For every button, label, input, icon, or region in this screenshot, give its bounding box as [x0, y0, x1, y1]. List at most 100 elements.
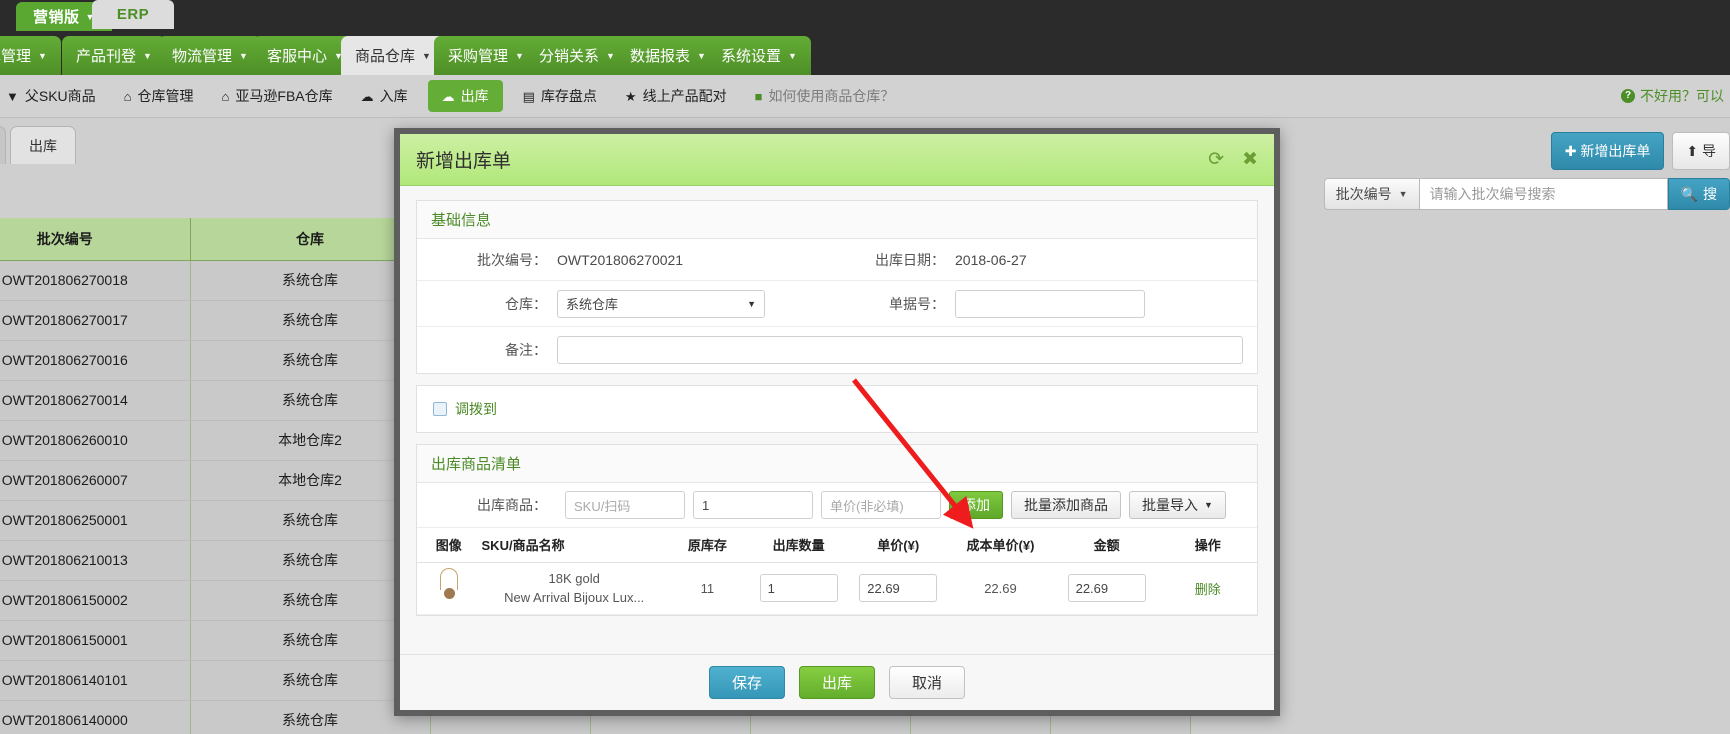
add-outbound-order-button[interactable]: ✚ 新增出库单	[1551, 132, 1665, 170]
marketing-edition-label: 营销版	[33, 6, 80, 27]
cell-batch-no: OWT201806140000	[0, 700, 190, 734]
warehouse-label: 仓库：	[425, 294, 557, 314]
nav-item-orders[interactable]: 单管理 ▼	[0, 36, 61, 75]
batch-no-label: 批次编号：	[425, 250, 557, 270]
close-icon[interactable]: ✖	[1242, 150, 1258, 169]
modal-footer: 保存 出库 取消	[400, 654, 1274, 710]
col-out-qty: 出库数量	[747, 528, 851, 562]
goods-header-row: 图像 SKU/商品名称 原库存 出库数量 单价(¥) 成本单价(¥) 金额 操作	[417, 528, 1257, 562]
subnav-item-outbound[interactable]: ☁ 出库	[428, 80, 503, 112]
goods-qty-cell: 1	[747, 562, 851, 614]
doc-no-input[interactable]	[955, 290, 1145, 318]
main-nav: 单管理 ▼ 产品刊登 ▼ 物流管理 ▼ 客服中心 ▼ 商品仓库 ▼ 采购管理 ▼…	[0, 33, 1730, 75]
basic-info-panel: 基础信息 批次编号： OWT201806270021 出库日期： 2018-06…	[416, 200, 1258, 374]
erp-tab[interactable]: ERP	[92, 0, 174, 29]
sub-nav: ▼ 父SKU商品 ⌂ 仓库管理 ⌂ 亚马逊FBA仓库 ☁ 入库 ☁ 出库 ▤ 库…	[0, 75, 1730, 118]
subnav-item-how-to-use[interactable]: ■ 如何使用商品仓库？	[741, 75, 909, 118]
page-tab-inbound[interactable]: 入库	[0, 126, 6, 164]
goods-qty-input[interactable]: 1	[760, 574, 838, 602]
search-field-select[interactable]: 批次编号 ▼	[1324, 178, 1420, 210]
subnav-label: 如何使用商品仓库？	[768, 86, 894, 106]
field-out-date: 出库日期： 2018-06-27	[845, 250, 1027, 270]
search-button[interactable]: 🔍 搜	[1668, 178, 1730, 210]
cancel-button[interactable]: 取消	[889, 666, 965, 699]
warehouse-select-value: 系统仓库	[566, 294, 618, 313]
page-tab-outbound[interactable]: 出库	[10, 126, 76, 164]
col-batch-no: 批次编号	[0, 218, 190, 260]
batch-add-goods-button[interactable]: 批量添加商品	[1011, 491, 1121, 519]
remark-label: 备注：	[425, 340, 557, 360]
sku-input[interactable]: SKU/扫码	[565, 491, 685, 519]
chevron-down-icon: ▼	[788, 51, 797, 61]
modal-title: 新增出库单	[416, 146, 511, 173]
save-button[interactable]: 保存	[709, 666, 785, 699]
batch-import-label: 批量导入	[1142, 495, 1198, 515]
transfer-label: 调拨到	[455, 399, 497, 419]
subnav-item-warehouse-mgmt[interactable]: ⌂ 仓库管理	[110, 75, 208, 118]
product-thumbnail-icon	[432, 568, 466, 606]
nav-label: 数据报表	[630, 45, 690, 66]
subnav-label: 库存盘点	[541, 86, 597, 106]
col-operation: 操作	[1158, 528, 1257, 562]
batch-import-button[interactable]: 批量导入 ▼	[1129, 491, 1226, 519]
subnav-label: 父SKU商品	[25, 86, 96, 106]
subnav-item-stocktaking[interactable]: ▤ 库存盘点	[509, 75, 611, 118]
app-root: 营销版 ▼ ERP 单管理 ▼ 产品刊登 ▼ 物流管理 ▼ 客服中心 ▼ 商品仓…	[0, 0, 1730, 734]
export-label: 导	[1702, 143, 1716, 159]
subnav-item-inbound[interactable]: ☁ 入库	[347, 75, 422, 118]
cell-batch-no: OWT201806270016	[0, 340, 190, 380]
goods-add-row: 出库商品： SKU/扫码 1 单价(非必填) 添加 批量添加商品 批量导入 ▼	[417, 483, 1257, 528]
quantity-input[interactable]: 1	[693, 491, 813, 519]
star-icon: ★	[625, 90, 637, 103]
plus-icon: ✚	[1565, 143, 1577, 159]
remark-input[interactable]	[557, 336, 1243, 364]
add-goods-button[interactable]: 添加	[949, 491, 1003, 519]
nav-item-reports[interactable]: 数据报表 ▼	[616, 36, 720, 75]
nav-label: 采购管理	[448, 45, 508, 66]
unit-price-input[interactable]: 单价(非必填)	[821, 491, 941, 519]
chevron-down-icon: ▼	[239, 51, 248, 61]
nav-item-logistics[interactable]: 物流管理 ▼	[158, 36, 262, 75]
col-sku-name: SKU/商品名称	[481, 528, 668, 562]
subnav-item-parent-sku[interactable]: ▼ 父SKU商品	[0, 75, 110, 118]
out-date-label: 出库日期：	[845, 250, 955, 270]
col-image: 图像	[417, 528, 481, 562]
refresh-icon[interactable]: ⟳	[1208, 150, 1224, 169]
nav-item-settings[interactable]: 系统设置 ▼	[707, 36, 811, 75]
col-amount: 金额	[1055, 528, 1159, 562]
cell-batch-no: OWT201806150002	[0, 580, 190, 620]
nav-label: 系统设置	[721, 45, 781, 66]
field-remark: 备注：	[425, 336, 1249, 364]
goods-sku: 18K gold	[482, 569, 667, 589]
transfer-checkbox[interactable]	[433, 402, 447, 416]
help-link[interactable]: ? 不好用？可以	[1621, 86, 1730, 106]
home-icon: ⌂	[124, 90, 132, 103]
goods-price-input[interactable]: 22.69	[859, 574, 937, 602]
search-button-label: 搜	[1703, 184, 1717, 204]
cell-batch-no: OWT201806270014	[0, 380, 190, 420]
chevron-down-icon: ▼	[697, 51, 706, 61]
subnav-item-online-matching[interactable]: ★ 线上产品配对	[611, 75, 741, 118]
warehouse-select[interactable]: 系统仓库 ▼	[557, 290, 765, 318]
video-icon: ■	[755, 90, 763, 103]
cell-batch-no: OWT201806140101	[0, 660, 190, 700]
subnav-item-amazon-fba[interactable]: ⌂ 亚马逊FBA仓库	[208, 75, 347, 118]
subnav-label: 入库	[380, 86, 408, 106]
transfer-row[interactable]: 调拨到	[417, 386, 1257, 432]
search-input[interactable]: 请输入批次编号搜索	[1420, 178, 1668, 210]
outbound-button[interactable]: 出库	[799, 666, 875, 699]
goods-amount-cell: 22.69	[1055, 562, 1159, 614]
nav-label: 单管理	[0, 45, 31, 66]
nav-item-distribution[interactable]: 分销关系 ▼	[525, 36, 629, 75]
cell-batch-no: OWT201806270018	[0, 260, 190, 300]
modal-body: 基础信息 批次编号： OWT201806270021 出库日期： 2018-06…	[400, 186, 1274, 616]
col-cost-price: 成本单价(¥)	[946, 528, 1055, 562]
delete-goods-link[interactable]: 删除	[1195, 582, 1221, 597]
export-button[interactable]: ⬆ 导	[1672, 132, 1730, 170]
nav-item-warehouse[interactable]: 商品仓库 ▼	[341, 36, 445, 75]
nav-item-product-listing[interactable]: 产品刊登 ▼	[62, 36, 166, 75]
goods-amount-input[interactable]: 22.69	[1068, 574, 1146, 602]
nav-item-purchasing[interactable]: 采购管理 ▼	[434, 36, 538, 75]
search-bar: 批次编号 ▼ 请输入批次编号搜索 🔍 搜	[1324, 178, 1730, 210]
chevron-down-icon: ▼	[1399, 189, 1408, 199]
